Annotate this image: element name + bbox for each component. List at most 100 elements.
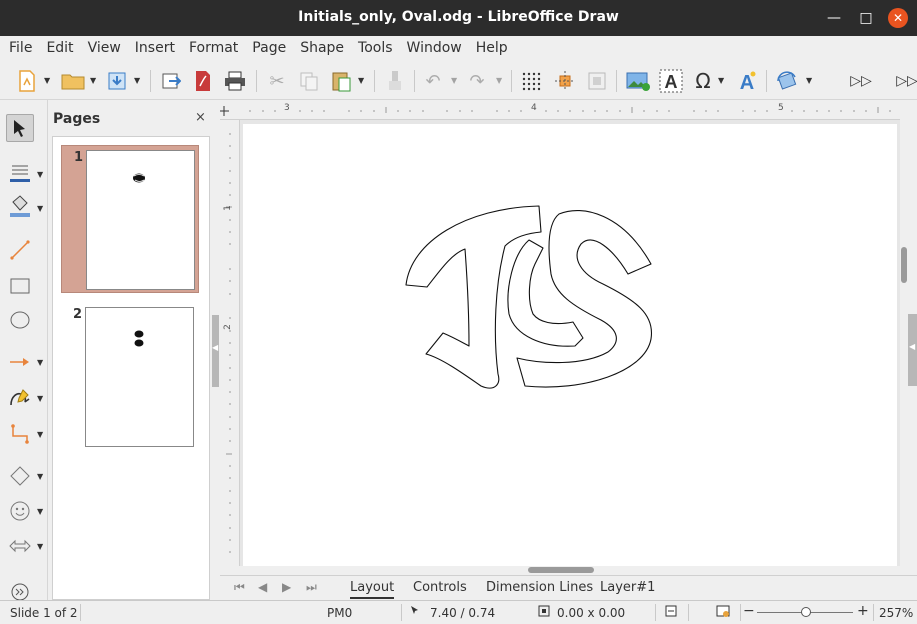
- next-tab-icon[interactable]: ▶: [282, 580, 291, 594]
- drawing-canvas[interactable]: [240, 120, 900, 566]
- chevron-down-icon[interactable]: ▼: [37, 430, 43, 439]
- vertical-scrollbar[interactable]: [900, 100, 908, 566]
- toolbar-overflow-icon[interactable]: ▷▷: [894, 68, 917, 94]
- chevron-down-icon[interactable]: ▼: [358, 76, 366, 86]
- fill-color-icon[interactable]: [6, 192, 34, 220]
- chevron-down-icon[interactable]: ▼: [37, 358, 43, 367]
- layer-tab-layer1[interactable]: Layer#1: [600, 580, 655, 595]
- zoom-pan-icon[interactable]: [584, 68, 610, 94]
- ruler-label: 1: [222, 205, 233, 211]
- master-page-name[interactable]: PM0: [327, 606, 352, 620]
- chevron-down-icon[interactable]: ▼: [37, 394, 43, 403]
- redo-icon[interactable]: ↷: [464, 68, 490, 94]
- save-icon[interactable]: [104, 68, 130, 94]
- menu-shape[interactable]: Shape: [293, 36, 351, 62]
- layer-tab-dimension-lines[interactable]: Dimension Lines: [486, 580, 593, 595]
- slide-thumbnail-1[interactable]: 1: [61, 145, 199, 293]
- new-document-icon[interactable]: [14, 68, 40, 94]
- menu-page[interactable]: Page: [245, 36, 293, 62]
- lines-arrows-icon[interactable]: [6, 348, 34, 376]
- grid-icon[interactable]: [518, 68, 544, 94]
- open-folder-icon[interactable]: [60, 68, 86, 94]
- fontwork-icon[interactable]: A: [734, 68, 760, 94]
- menu-help[interactable]: Help: [469, 36, 515, 62]
- chevron-down-icon[interactable]: ▼: [90, 76, 98, 86]
- menu-file[interactable]: File: [2, 36, 39, 62]
- chevron-down-icon[interactable]: ▼: [37, 170, 43, 179]
- chevron-down-icon[interactable]: ▼: [134, 76, 142, 86]
- menu-tools[interactable]: Tools: [351, 36, 400, 62]
- symbol-shapes-icon[interactable]: [6, 497, 34, 525]
- menu-format[interactable]: Format: [182, 36, 245, 62]
- line-color-icon[interactable]: [6, 158, 34, 186]
- status-separator: [401, 604, 402, 621]
- block-arrows-icon[interactable]: [6, 532, 34, 560]
- insert-image-icon[interactable]: [625, 68, 651, 94]
- ellipse-tool-icon[interactable]: [6, 306, 34, 334]
- layer-tab-controls[interactable]: Controls: [413, 580, 467, 595]
- zoom-out-button[interactable]: −: [743, 603, 755, 619]
- initials-drawing[interactable]: [243, 124, 897, 566]
- maximize-button[interactable]: □: [856, 8, 876, 28]
- cut-icon[interactable]: ✂: [264, 68, 290, 94]
- clone-formatting-icon[interactable]: [382, 68, 408, 94]
- zoom-level[interactable]: 257%: [879, 606, 913, 620]
- print-icon[interactable]: [222, 68, 248, 94]
- insert-text-box-icon[interactable]: A: [658, 68, 684, 94]
- vertical-ruler[interactable]: 1 2: [220, 120, 240, 566]
- special-character-icon[interactable]: Ω: [690, 68, 716, 94]
- digital-signature-icon[interactable]: [716, 604, 730, 621]
- ruler-label: 5: [778, 103, 784, 113]
- chevron-down-icon[interactable]: ▼: [37, 204, 43, 213]
- connectors-icon[interactable]: [6, 420, 34, 448]
- sidebar-toggle-handle[interactable]: ◀: [908, 314, 917, 386]
- first-tab-icon[interactable]: ⏮: [234, 580, 245, 595]
- menu-insert[interactable]: Insert: [128, 36, 182, 62]
- helplines-icon[interactable]: [552, 68, 578, 94]
- vertical-scroll-thumb[interactable]: [901, 247, 907, 283]
- paste-icon[interactable]: [328, 68, 354, 94]
- chevron-down-icon[interactable]: ▼: [718, 76, 726, 86]
- chevron-down-icon[interactable]: ▼: [806, 76, 814, 86]
- ruler-label: 3: [284, 103, 290, 113]
- zoom-in-button[interactable]: +: [857, 603, 869, 619]
- menu-view[interactable]: View: [81, 36, 128, 62]
- zoom-slider-thumb[interactable]: [801, 607, 811, 617]
- chevron-down-icon[interactable]: ▼: [451, 76, 459, 86]
- chevron-down-icon[interactable]: ▼: [44, 76, 52, 86]
- document-modified-icon[interactable]: [665, 605, 677, 620]
- select-tool-icon[interactable]: [6, 114, 34, 142]
- window-title: Initials_only, Oval.odg - LibreOffice Dr…: [298, 9, 619, 25]
- collapse-panel-handle[interactable]: ◀: [212, 315, 219, 387]
- slide-thumbnail-2[interactable]: 2: [61, 303, 199, 451]
- chevron-down-icon[interactable]: ▼: [37, 542, 43, 551]
- horizontal-scrollbar[interactable]: [220, 566, 900, 575]
- panel-splitter[interactable]: ◀: [212, 100, 220, 600]
- chevron-down-icon[interactable]: ▼: [37, 472, 43, 481]
- copy-icon[interactable]: [296, 68, 322, 94]
- toolbar-overflow-icon[interactable]: ▷▷: [848, 68, 874, 94]
- chevron-down-icon[interactable]: ▼: [37, 507, 43, 516]
- curves-polygons-icon[interactable]: [6, 384, 34, 412]
- last-tab-icon[interactable]: ⏭: [306, 580, 317, 595]
- horizontal-ruler[interactable]: 3 4 5: [220, 100, 900, 120]
- export-icon[interactable]: [158, 68, 184, 94]
- transformations-icon[interactable]: [774, 68, 800, 94]
- horizontal-scroll-thumb[interactable]: [528, 567, 594, 573]
- drawing-page[interactable]: [243, 124, 897, 566]
- close-window-button[interactable]: ✕: [888, 8, 908, 28]
- chevron-left-icon: ◀: [909, 342, 916, 351]
- rectangle-tool-icon[interactable]: [6, 272, 34, 300]
- previous-tab-icon[interactable]: ◀: [258, 580, 267, 594]
- menu-window[interactable]: Window: [400, 36, 469, 62]
- undo-icon[interactable]: ↶: [420, 68, 446, 94]
- export-pdf-icon[interactable]: [190, 68, 216, 94]
- layer-tab-layout[interactable]: Layout: [350, 580, 395, 599]
- close-icon[interactable]: ×: [195, 110, 206, 125]
- line-tool-icon[interactable]: [6, 236, 34, 264]
- chevron-down-icon[interactable]: ▼: [496, 76, 504, 86]
- menu-edit[interactable]: Edit: [39, 36, 80, 62]
- drawing-toolbar: ▼ ▼ ▼ ▼ ▼ ▼ ▼ ▼: [0, 100, 48, 601]
- basic-shapes-icon[interactable]: [6, 462, 34, 490]
- minimize-button[interactable]: —: [824, 8, 844, 28]
